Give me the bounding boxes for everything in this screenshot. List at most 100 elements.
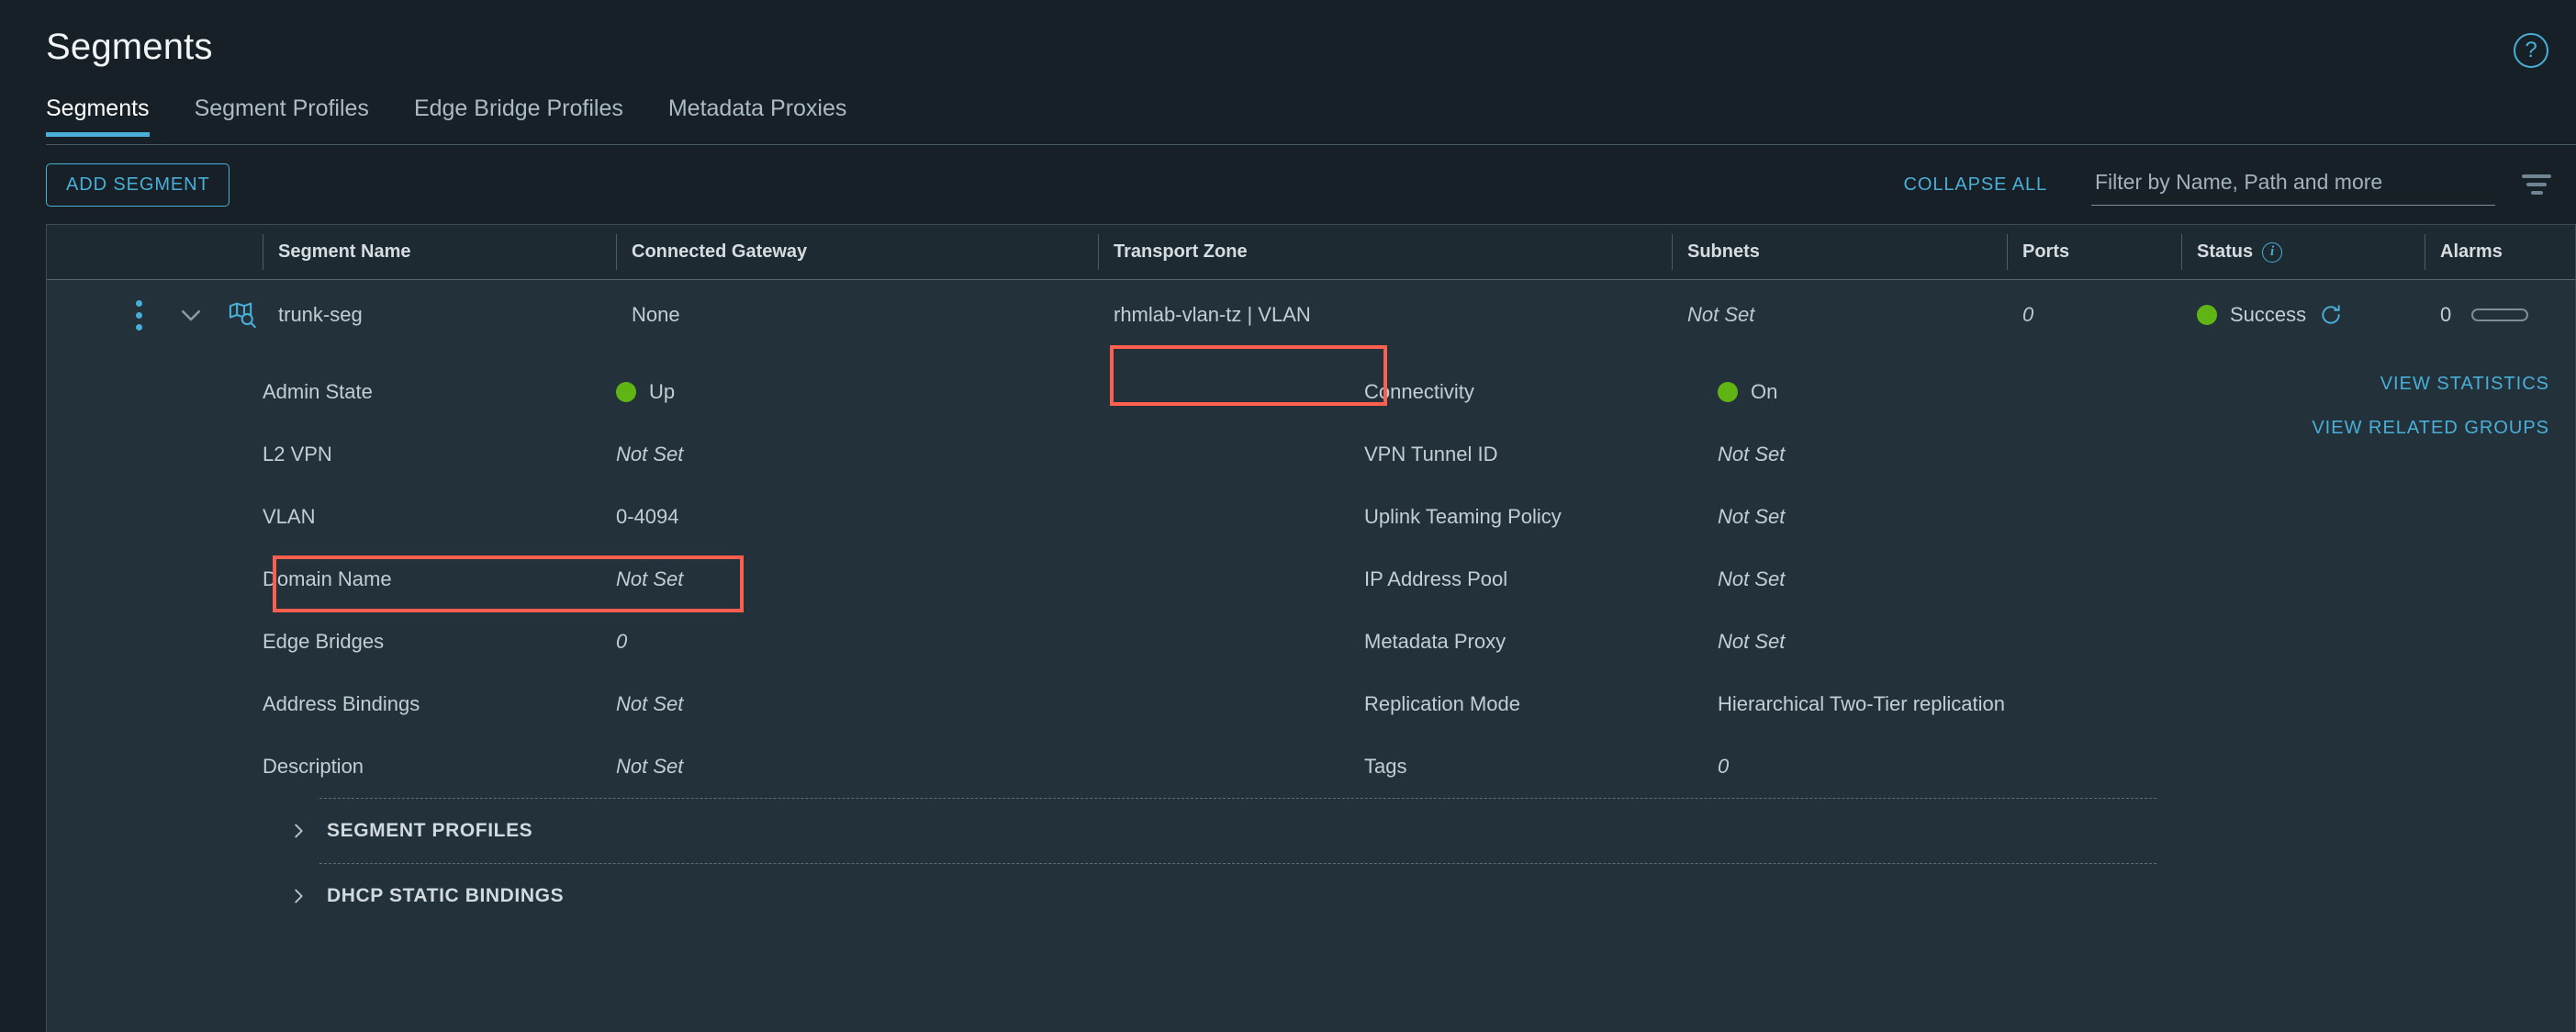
status-badge: Success (2230, 303, 2307, 326)
detail-label: Description (263, 755, 364, 778)
detail-value-text: Up (649, 380, 676, 403)
tab-segments[interactable]: Segments (46, 92, 150, 137)
detail-row-admin-state: Admin State Up (263, 361, 1364, 423)
detail-value: Up (616, 380, 675, 404)
detail-label: Admin State (263, 380, 373, 403)
filter-input[interactable] (2095, 169, 2492, 195)
accordion-label: DHCP STATIC BINDINGS (327, 885, 565, 906)
detail-label: IP Address Pool (1364, 567, 1508, 590)
status-dot-icon (1718, 382, 1738, 402)
detail-label: Edge Bridges (263, 630, 385, 653)
cell-subnets: Not Set (1687, 303, 1755, 326)
detail-value: Not Set (616, 692, 684, 715)
detail-row-uplink-teaming-policy: Uplink Teaming Policy Not Set (1364, 486, 2374, 548)
detail-side-links: VIEW STATISTICS VIEW RELATED GROUPS (2312, 374, 2549, 462)
detail-label: VPN Tunnel ID (1364, 443, 1498, 466)
detail-value: 0 (616, 630, 628, 653)
chevron-right-icon (285, 817, 312, 845)
cell-alarms: 0 (2425, 280, 2575, 350)
tab-bar: Segments Segment Profiles Edge Bridge Pr… (0, 92, 2576, 145)
detail-row-vlan: VLAN 0-4094 (263, 486, 1364, 548)
detail-row-edge-bridges: Edge Bridges 0 (263, 611, 1364, 673)
table-row[interactable]: trunk-seg None rhmlab-vlan-tz | VLAN Not… (47, 280, 2575, 350)
accordion-dhcp-static-bindings[interactable]: DHCP STATIC BINDINGS (47, 864, 2575, 928)
help-circle-icon: ? (2514, 33, 2548, 68)
tab-metadata-proxies[interactable]: Metadata Proxies (668, 92, 847, 137)
filter-icon[interactable] (2521, 173, 2552, 196)
network-topology-icon[interactable] (222, 294, 263, 336)
chevron-right-icon (285, 882, 312, 910)
detail-row-l2-vpn: L2 VPN Not Set (263, 423, 1364, 486)
row-menu-icon[interactable] (117, 294, 161, 336)
detail-value: Not Set (1718, 630, 1786, 653)
column-header-alarms[interactable]: Alarms (2425, 225, 2575, 279)
detail-row-replication-mode: Replication Mode Hierarchical Two-Tier r… (1364, 673, 2374, 735)
tab-segment-profiles[interactable]: Segment Profiles (195, 92, 369, 137)
detail-row-metadata-proxy: Metadata Proxy Not Set (1364, 611, 2374, 673)
detail-value: Not Set (616, 755, 684, 778)
chevron-down-icon[interactable] (172, 295, 210, 335)
detail-label: VLAN (263, 505, 316, 528)
detail-label: Metadata Proxy (1364, 630, 1506, 653)
info-icon[interactable]: i (2262, 241, 2283, 263)
action-bar: ADD SEGMENT COLLAPSE ALL (0, 145, 2576, 224)
segments-table: Segment Name Connected Gateway Transport… (46, 224, 2576, 1032)
cell-status: Success (2181, 280, 2425, 350)
row-detail-panel: VIEW STATISTICS VIEW RELATED GROUPS Admi… (47, 350, 2575, 928)
detail-value: Hierarchical Two-Tier replication (1718, 692, 2005, 715)
view-related-groups-link[interactable]: VIEW RELATED GROUPS (2312, 418, 2549, 439)
detail-column-left: Admin State Up L2 VPN Not Set VLAN 0-409… (263, 361, 1364, 798)
cell-connected-gateway: None (632, 303, 680, 326)
accordion-label: SEGMENT PROFILES (327, 820, 533, 841)
detail-value: 0-4094 (616, 505, 679, 528)
add-segment-button[interactable]: ADD SEGMENT (46, 163, 230, 207)
detail-grid: Admin State Up L2 VPN Not Set VLAN 0-409… (47, 361, 2575, 798)
cell-segment-name: trunk-seg (278, 303, 363, 326)
column-header-controls (47, 225, 263, 279)
accordion-segment-profiles[interactable]: SEGMENT PROFILES (47, 799, 2575, 863)
column-header-status[interactable]: Status i (2181, 225, 2425, 279)
cell-ports: 0 (2022, 303, 2034, 326)
detail-column-right: Connectivity On VPN Tunnel ID Not Set Up… (1364, 361, 2374, 798)
column-header-subnets[interactable]: Subnets (1672, 225, 2007, 279)
row-controls (47, 280, 263, 350)
page-header: Segments ? (0, 0, 2576, 92)
tab-edge-bridge-profiles[interactable]: Edge Bridge Profiles (414, 92, 623, 137)
detail-label: Tags (1364, 755, 1407, 778)
detail-value: Not Set (1718, 505, 1786, 528)
filter-field-wrap (2091, 164, 2495, 206)
help-button[interactable]: ? (2514, 33, 2550, 70)
cell-transport-zone: rhmlab-vlan-tz | VLAN (1114, 303, 1311, 326)
detail-row-domain-name: Domain Name Not Set (263, 548, 1364, 611)
alarms-bar-icon[interactable] (2471, 308, 2529, 321)
detail-label: Address Bindings (263, 692, 420, 715)
column-header-segment-name[interactable]: Segment Name (263, 225, 616, 279)
detail-value: Not Set (1718, 567, 1786, 590)
column-header-ports[interactable]: Ports (2007, 225, 2181, 279)
detail-row-tags: Tags 0 (1364, 735, 2374, 798)
action-bar-right: COLLAPSE ALL (1904, 145, 2552, 224)
alarms-count: 0 (2440, 303, 2452, 326)
collapse-all-button[interactable]: COLLAPSE ALL (1904, 174, 2047, 196)
detail-row-vpn-tunnel-id: VPN Tunnel ID Not Set (1364, 423, 2374, 486)
detail-label: L2 VPN (263, 443, 332, 466)
detail-label: Uplink Teaming Policy (1364, 505, 1562, 528)
detail-value: On (1718, 380, 1777, 404)
detail-row-ip-address-pool: IP Address Pool Not Set (1364, 548, 2374, 611)
detail-label: Domain Name (263, 567, 392, 590)
column-header-status-label: Status (2197, 241, 2254, 262)
detail-value: 0 (1718, 755, 1730, 778)
detail-row-description: Description Not Set (263, 735, 1364, 798)
detail-value: Not Set (616, 443, 684, 466)
detail-value: Not Set (616, 567, 684, 590)
column-header-transport-zone[interactable]: Transport Zone (1098, 225, 1672, 279)
detail-label: Replication Mode (1364, 692, 1520, 715)
column-header-connected-gateway[interactable]: Connected Gateway (616, 225, 1098, 279)
detail-row-address-bindings: Address Bindings Not Set (263, 673, 1364, 735)
page-title: Segments (46, 27, 213, 67)
status-dot-icon (2197, 305, 2217, 325)
view-statistics-link[interactable]: VIEW STATISTICS (2312, 374, 2549, 395)
detail-value-text: On (1751, 380, 1778, 403)
detail-label: Connectivity (1364, 380, 1474, 403)
refresh-icon[interactable] (2319, 303, 2343, 327)
